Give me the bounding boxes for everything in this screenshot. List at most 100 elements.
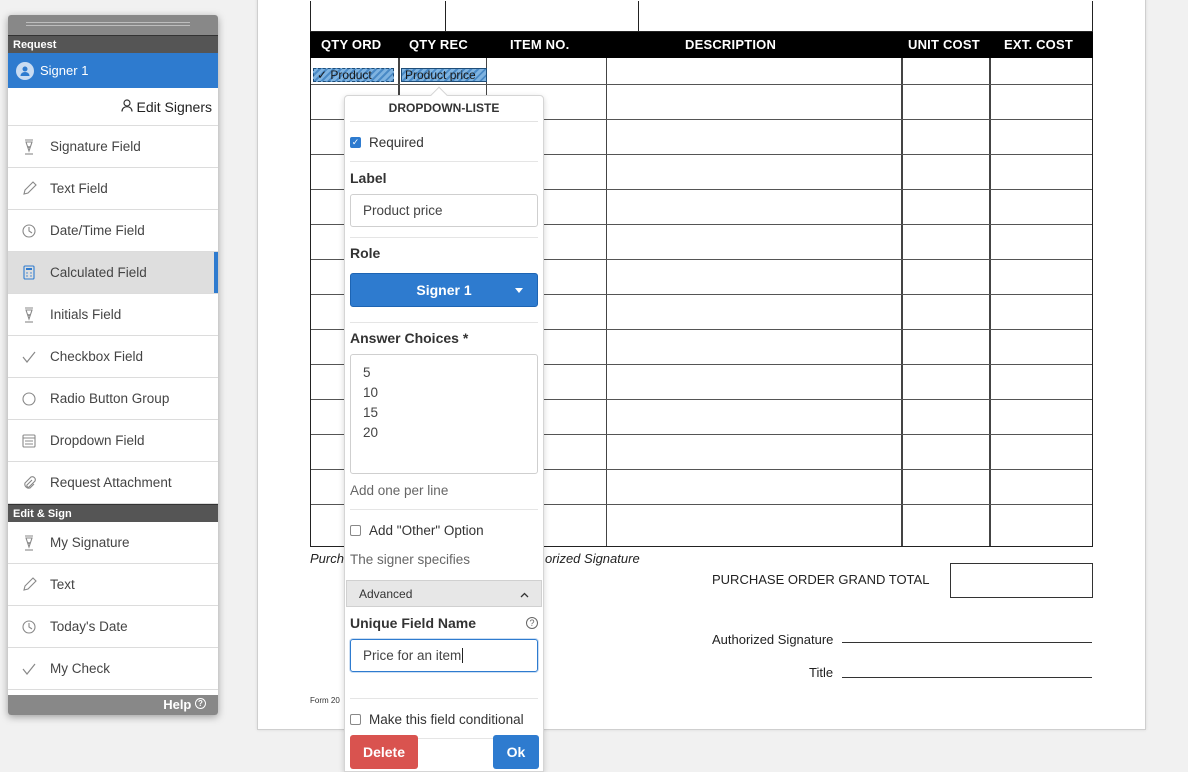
checkmark-icon (20, 663, 38, 675)
title-line (842, 677, 1092, 678)
table-header-row: QTY ORD QTY REC ITEM NO. DESCRIPTION UNI… (310, 32, 1093, 58)
help-icon: ? (195, 698, 206, 709)
tool-dropdown-field[interactable]: Dropdown Field (8, 420, 218, 462)
tool-my-check[interactable]: My Check (8, 648, 218, 690)
placed-field-product[interactable]: ✓ Product (313, 68, 394, 82)
unique-name-input[interactable]: Price for an item (350, 639, 538, 672)
footer-purch-text: Purch (310, 551, 344, 566)
col-qty-rec: QTY REC (409, 37, 468, 52)
tool-label: Calculated Field (50, 265, 147, 280)
checkmark-icon (20, 351, 38, 363)
tool-my-signature[interactable]: My Signature (8, 522, 218, 564)
tool-request-attachment[interactable]: Request Attachment (8, 462, 218, 504)
conditional-checkbox[interactable] (350, 714, 361, 725)
other-option-label: Add "Other" Option (369, 523, 484, 538)
col-ext-cost: EXT. COST (1004, 37, 1073, 52)
role-heading: Role (350, 245, 381, 261)
grid-column-line (902, 58, 903, 546)
tool-checkbox-field[interactable]: Checkbox Field (8, 336, 218, 378)
signer-selector[interactable]: Signer 1 (8, 53, 218, 88)
help-button[interactable]: Help ? (8, 695, 218, 715)
tool-signature-field[interactable]: Signature Field (8, 126, 218, 168)
unique-name-value: Price for an item (363, 648, 462, 663)
dropdown-properties-popover: DROPDOWN-LISTE ✓ Required Label Product … (344, 86, 544, 772)
role-value: Signer 1 (416, 282, 472, 298)
tool-date-time-field[interactable]: Date/Time Field (8, 210, 218, 252)
role-dropdown[interactable]: Signer 1 (350, 273, 538, 307)
placed-field-product-price[interactable]: Product price (401, 68, 487, 82)
request-section-header: Request (8, 35, 218, 53)
radio-icon (20, 391, 38, 406)
tool-label: Dropdown Field (50, 433, 145, 448)
help-icon[interactable]: ? (526, 617, 538, 629)
signer-label: Signer 1 (40, 63, 89, 78)
text-cursor (462, 648, 464, 663)
paperclip-icon (20, 475, 38, 490)
edit-sign-section-header: Edit & Sign (8, 504, 218, 522)
form-note: Form 20 (310, 696, 340, 705)
advanced-label: Advanced (359, 586, 413, 601)
dropdown-icon (20, 433, 38, 448)
tool-label: Today's Date (50, 619, 128, 634)
authorized-signature-label: Authorized Signature (712, 632, 834, 647)
tool-initials-field[interactable]: Initials Field (8, 294, 218, 336)
edit-signers-label: Edit Signers (136, 98, 212, 115)
user-icon (16, 61, 34, 80)
conditional-row[interactable]: Make this field conditional (350, 712, 538, 727)
grid-row-line (311, 84, 1092, 85)
answer-choices-heading: Answer Choices * (350, 330, 469, 346)
tool-label: Text Field (50, 181, 108, 196)
conditional-label: Make this field conditional (369, 712, 524, 727)
delete-button[interactable]: Delete (350, 735, 418, 769)
col-unit-cost: UNIT COST (908, 37, 980, 52)
tool-label: My Check (50, 661, 111, 676)
other-option-checkbox[interactable] (350, 525, 361, 536)
person-icon (120, 98, 133, 115)
pen-nib-icon (20, 534, 38, 551)
tool-calculated-field[interactable]: Calculated Field (8, 252, 218, 294)
grid-column-line (990, 58, 991, 546)
panel-drag-handle[interactable] (8, 15, 218, 35)
tool-today-s-date[interactable]: Today's Date (8, 606, 218, 648)
other-option-row[interactable]: Add "Other" Option (350, 523, 538, 538)
caret-down-icon (515, 288, 523, 293)
answer-choices-textarea[interactable]: 5 10 15 20 (350, 354, 538, 474)
col-item-no: ITEM NO. (510, 37, 570, 52)
answer-choices-hint: Add one per line (350, 483, 449, 498)
col-description: DESCRIPTION (685, 37, 777, 52)
field-tools-panel: Request Signer 1 Edit Signers Signature … (8, 15, 218, 715)
tool-label: My Signature (50, 535, 130, 550)
ok-button[interactable]: Ok (493, 735, 539, 769)
chevron-up-icon (520, 587, 529, 601)
grand-total-label: PURCHASE ORDER GRAND TOTAL (712, 572, 930, 587)
tool-label: Initials Field (50, 307, 122, 322)
required-label: Required (369, 135, 424, 150)
tool-label: Request Attachment (50, 475, 172, 490)
pencil-icon (20, 181, 38, 196)
label-input[interactable]: Product price (350, 194, 538, 227)
tool-label: Date/Time Field (50, 223, 145, 238)
title-label: Title (809, 665, 834, 680)
required-checkbox[interactable]: ✓ (350, 137, 361, 148)
tool-label: Checkbox Field (50, 349, 144, 364)
help-label: Help (163, 697, 192, 712)
tool-label: Signature Field (50, 139, 141, 154)
tool-radio-button-group[interactable]: Radio Button Group (8, 378, 218, 420)
tool-label: Text (50, 577, 75, 592)
popover-title: DROPDOWN-LISTE (350, 96, 538, 122)
unique-name-heading: Unique Field Name (350, 615, 477, 631)
pen-nib-icon (20, 306, 38, 323)
required-checkbox-row[interactable]: ✓ Required (350, 135, 538, 150)
pen-nib-icon (20, 138, 38, 155)
advanced-toggle[interactable]: Advanced (346, 580, 542, 607)
clock-icon (20, 619, 38, 634)
edit-signers-button[interactable]: Edit Signers (8, 88, 218, 126)
grid-column-line (606, 58, 607, 546)
tool-text-field[interactable]: Text Field (8, 168, 218, 210)
other-option-hint: The signer specifies (350, 552, 471, 567)
label-heading: Label (350, 170, 387, 186)
signature-line (842, 642, 1092, 643)
calculator-icon (20, 265, 38, 280)
top-info-cells (310, 1, 1093, 32)
tool-text[interactable]: Text (8, 564, 218, 606)
